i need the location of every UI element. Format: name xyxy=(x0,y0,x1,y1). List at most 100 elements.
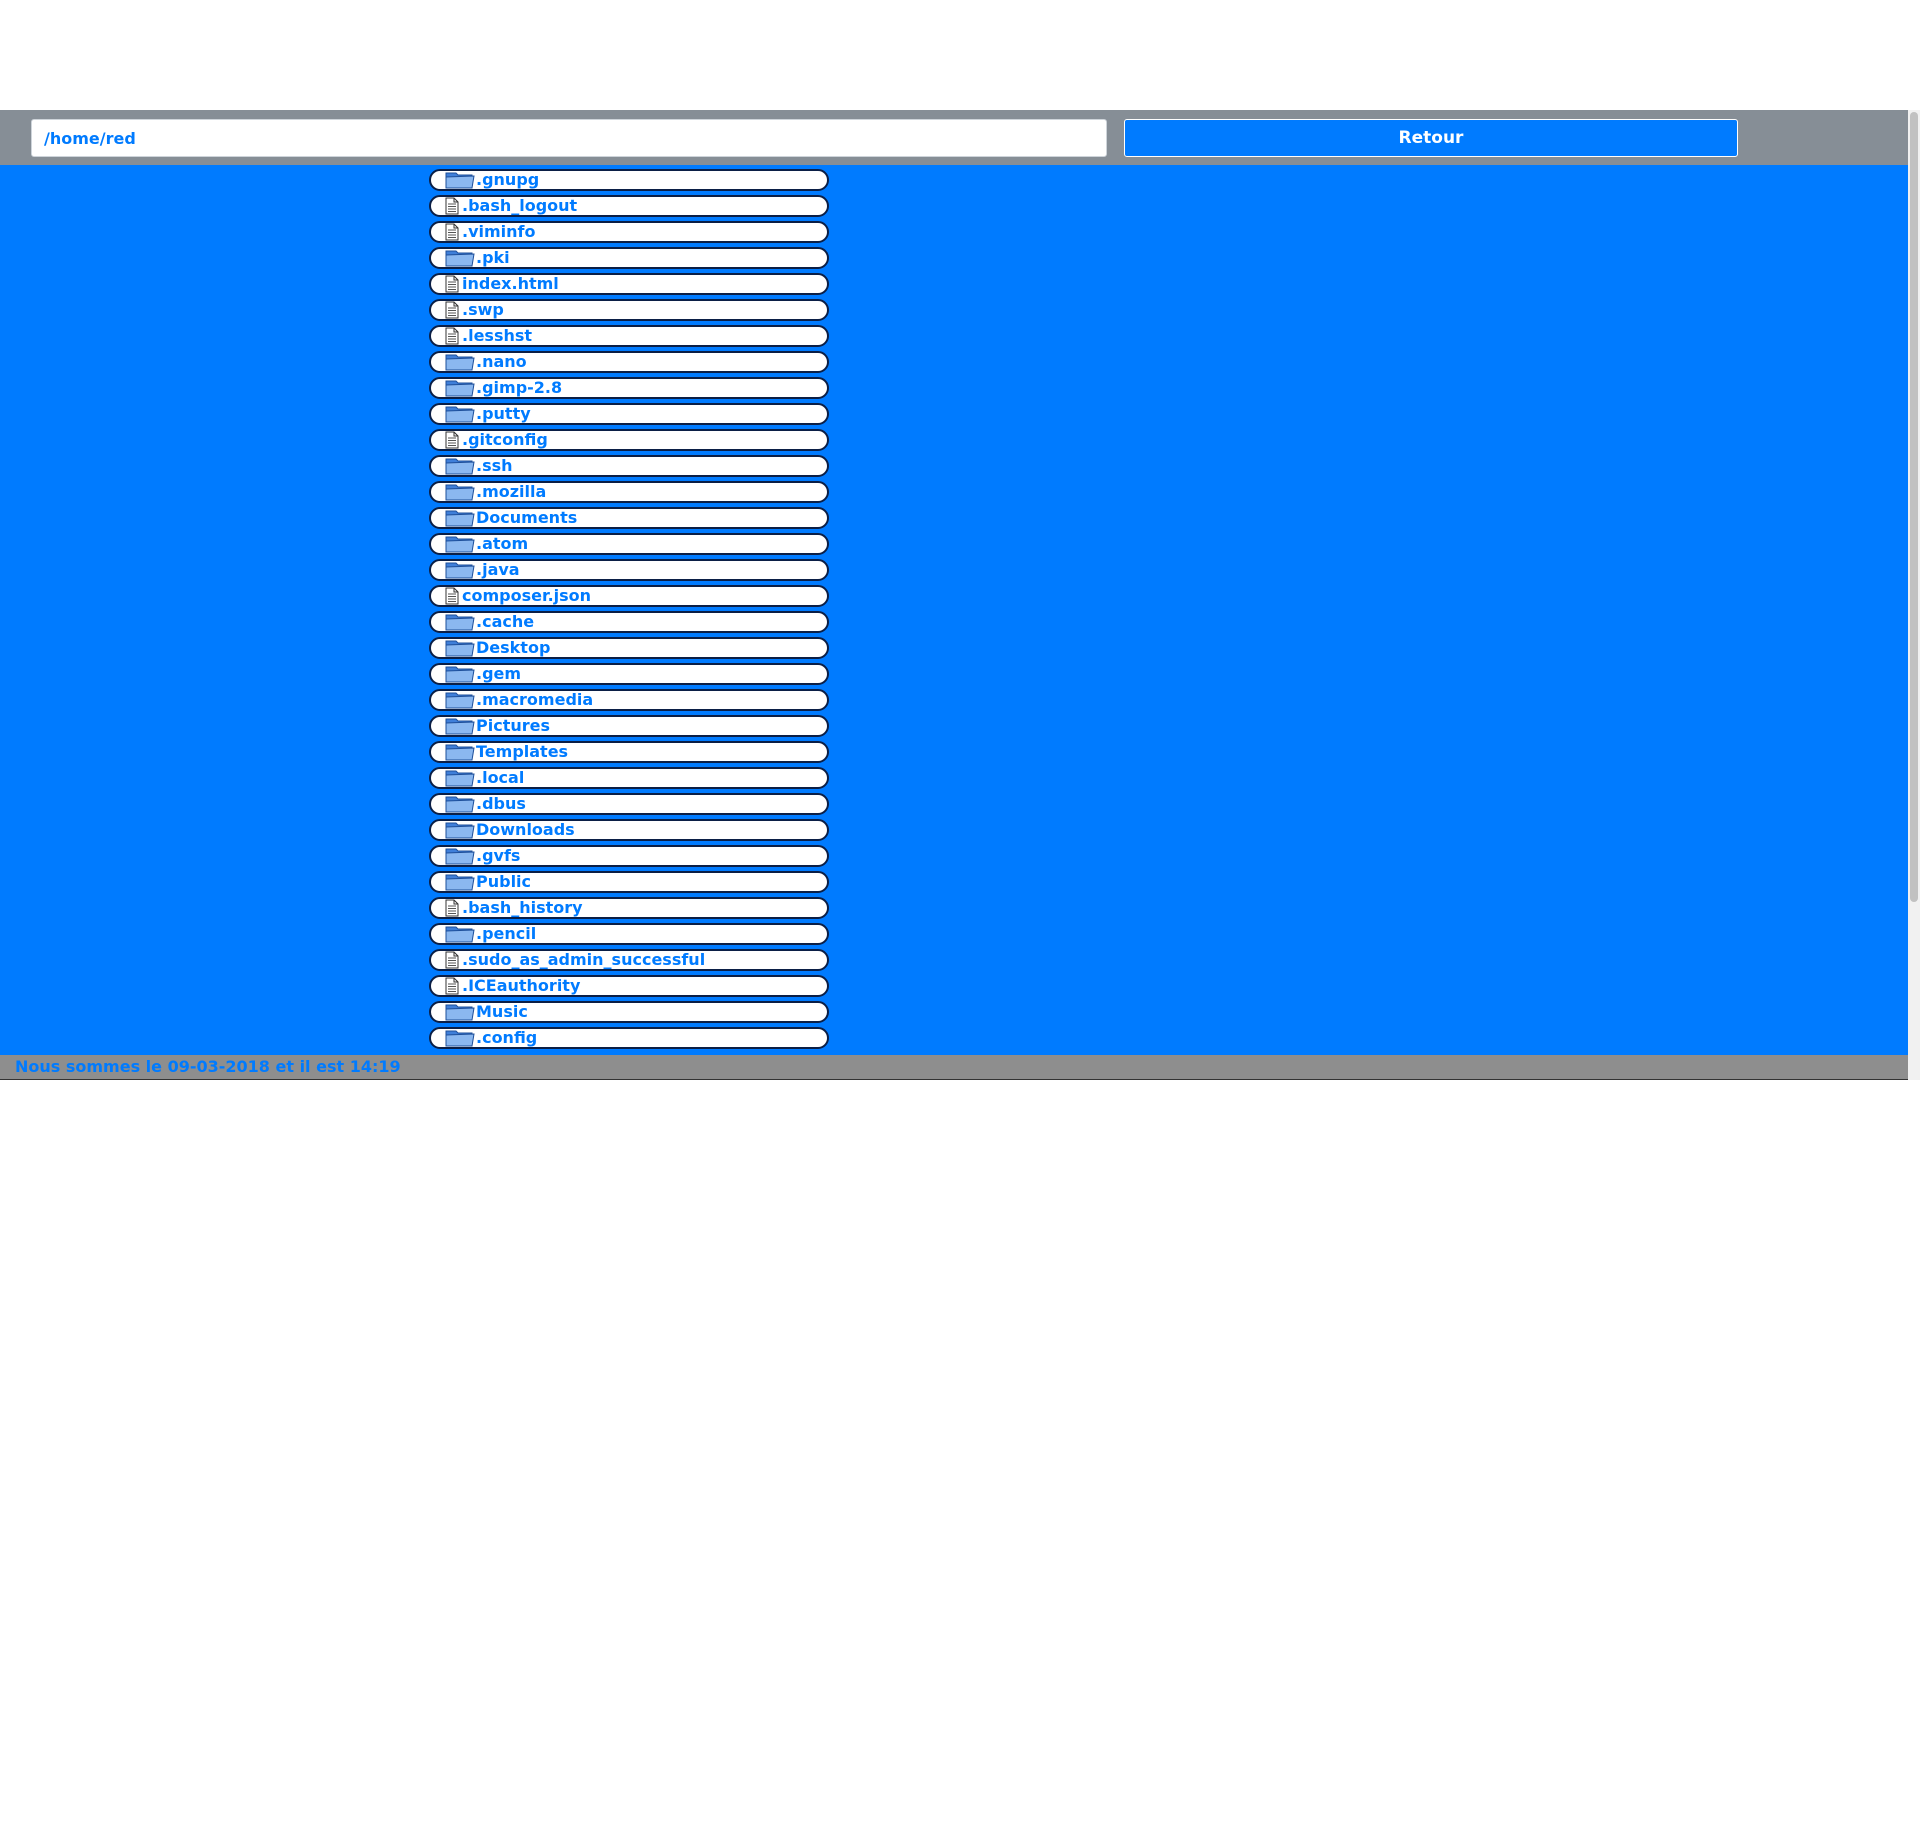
back-button[interactable]: Retour xyxy=(1124,119,1738,157)
file-list-item-name: .pki xyxy=(476,248,510,267)
status-bar: Nous sommes le 09-03-2018 et il est 14:1… xyxy=(0,1055,1908,1080)
path-input[interactable] xyxy=(31,119,1107,157)
file-list-item-name: Templates xyxy=(476,742,569,761)
file-icon xyxy=(445,197,459,215)
file-list-item[interactable]: composer.json xyxy=(429,585,829,607)
file-list-item-name: .atom xyxy=(476,534,529,553)
file-list-item-name: Music xyxy=(476,1002,528,1021)
file-list-item[interactable]: Desktop xyxy=(429,637,829,659)
file-list-item[interactable]: .pencil xyxy=(429,923,829,945)
folder-icon xyxy=(445,768,475,788)
file-list-item-name: Desktop xyxy=(476,638,551,657)
file-list-item[interactable]: .mozilla xyxy=(429,481,829,503)
file-icon xyxy=(445,977,459,995)
file-list-item[interactable]: .atom xyxy=(429,533,829,555)
file-list-item-name: .swp xyxy=(462,300,504,319)
file-list-item-name: .macromedia xyxy=(476,690,594,709)
file-list-item[interactable]: .sudo_as_admin_successful xyxy=(429,949,829,971)
file-list-item-name: .config xyxy=(476,1028,538,1047)
file-list-item[interactable]: .macromedia xyxy=(429,689,829,711)
file-list-item[interactable]: Templates xyxy=(429,741,829,763)
file-list-item[interactable]: Pictures xyxy=(429,715,829,737)
header-bar: Retour xyxy=(0,110,1908,165)
file-list-item[interactable]: .gimp-2.8 xyxy=(429,377,829,399)
folder-icon xyxy=(445,716,475,736)
file-list-item-name: .gem xyxy=(476,664,522,683)
file-list-item-name: Downloads xyxy=(476,820,575,839)
file-list-item[interactable]: Downloads xyxy=(429,819,829,841)
file-list-item-name: .lesshst xyxy=(462,326,533,345)
date-time-status: Nous sommes le 09-03-2018 et il est 14:1… xyxy=(15,1057,401,1076)
file-list-item-name: .pencil xyxy=(476,924,537,943)
file-list-item[interactable]: .gvfs xyxy=(429,845,829,867)
file-list-item-name: .bash_history xyxy=(462,898,583,917)
folder-icon xyxy=(445,404,475,424)
file-list-item[interactable]: .swp xyxy=(429,299,829,321)
file-list-item-name: .gvfs xyxy=(476,846,521,865)
file-icon xyxy=(445,275,459,293)
file-icon xyxy=(445,587,459,605)
file-list-item[interactable]: .gitconfig xyxy=(429,429,829,451)
file-list-item[interactable]: Music xyxy=(429,1001,829,1023)
file-list-item[interactable]: .ICEauthority xyxy=(429,975,829,997)
folder-icon xyxy=(445,352,475,372)
folder-icon xyxy=(445,846,475,866)
file-icon xyxy=(445,301,459,319)
folder-icon xyxy=(445,612,475,632)
file-list-item[interactable]: .cache xyxy=(429,611,829,633)
folder-icon xyxy=(445,508,475,528)
file-list-item-name: index.html xyxy=(462,274,559,293)
file-list-item-name: .gitconfig xyxy=(462,430,548,449)
file-list-item[interactable]: .bash_logout xyxy=(429,195,829,217)
folder-icon xyxy=(445,456,475,476)
file-list-item[interactable]: Public xyxy=(429,871,829,893)
file-list: .gnupg .bash_logout .viminfo .pki index.html… xyxy=(429,169,829,1053)
file-list-panel: .gnupg .bash_logout .viminfo .pki index.html… xyxy=(0,165,1908,1055)
folder-icon xyxy=(445,482,475,502)
file-list-item-name: .nano xyxy=(476,352,527,371)
folder-icon xyxy=(445,1002,475,1022)
file-list-item[interactable]: .viminfo xyxy=(429,221,829,243)
file-list-item-name: Pictures xyxy=(476,716,550,735)
file-list-item-name: composer.json xyxy=(462,586,592,605)
file-list-item[interactable]: .config xyxy=(429,1027,829,1049)
file-list-item[interactable]: Documents xyxy=(429,507,829,529)
file-icon xyxy=(445,431,459,449)
file-list-item-name: .gnupg xyxy=(476,170,540,189)
file-list-item-name: .gimp-2.8 xyxy=(476,378,563,397)
folder-icon xyxy=(445,560,475,580)
file-list-item[interactable]: .java xyxy=(429,559,829,581)
folder-icon xyxy=(445,742,475,762)
folder-icon xyxy=(445,248,475,268)
file-list-item[interactable]: .lesshst xyxy=(429,325,829,347)
file-list-item[interactable]: .putty xyxy=(429,403,829,425)
file-list-item[interactable]: .bash_history xyxy=(429,897,829,919)
folder-icon xyxy=(445,378,475,398)
page-scrollbar[interactable] xyxy=(1908,110,1920,1080)
file-list-item[interactable]: .gnupg xyxy=(429,169,829,191)
file-list-item[interactable]: .nano xyxy=(429,351,829,373)
folder-icon xyxy=(445,664,475,684)
folder-icon xyxy=(445,638,475,658)
folder-icon xyxy=(445,534,475,554)
folder-icon xyxy=(445,794,475,814)
file-list-item[interactable]: .local xyxy=(429,767,829,789)
file-list-item-name: .putty xyxy=(476,404,531,423)
file-list-item-name: .local xyxy=(476,768,525,787)
file-list-item[interactable]: .pki xyxy=(429,247,829,269)
file-list-item[interactable]: .gem xyxy=(429,663,829,685)
file-list-item[interactable]: .dbus xyxy=(429,793,829,815)
scrollbar-thumb[interactable] xyxy=(1910,112,1918,902)
file-list-item-name: .ssh xyxy=(476,456,513,475)
file-list-item[interactable]: index.html xyxy=(429,273,829,295)
file-icon xyxy=(445,899,459,917)
folder-icon xyxy=(445,690,475,710)
file-list-item[interactable]: .ssh xyxy=(429,455,829,477)
folder-icon xyxy=(445,872,475,892)
file-list-item-name: .ICEauthority xyxy=(462,976,581,995)
file-list-item-name: Documents xyxy=(476,508,578,527)
file-list-item-name: .cache xyxy=(476,612,535,631)
folder-icon xyxy=(445,820,475,840)
file-icon xyxy=(445,327,459,345)
file-icon xyxy=(445,223,459,241)
